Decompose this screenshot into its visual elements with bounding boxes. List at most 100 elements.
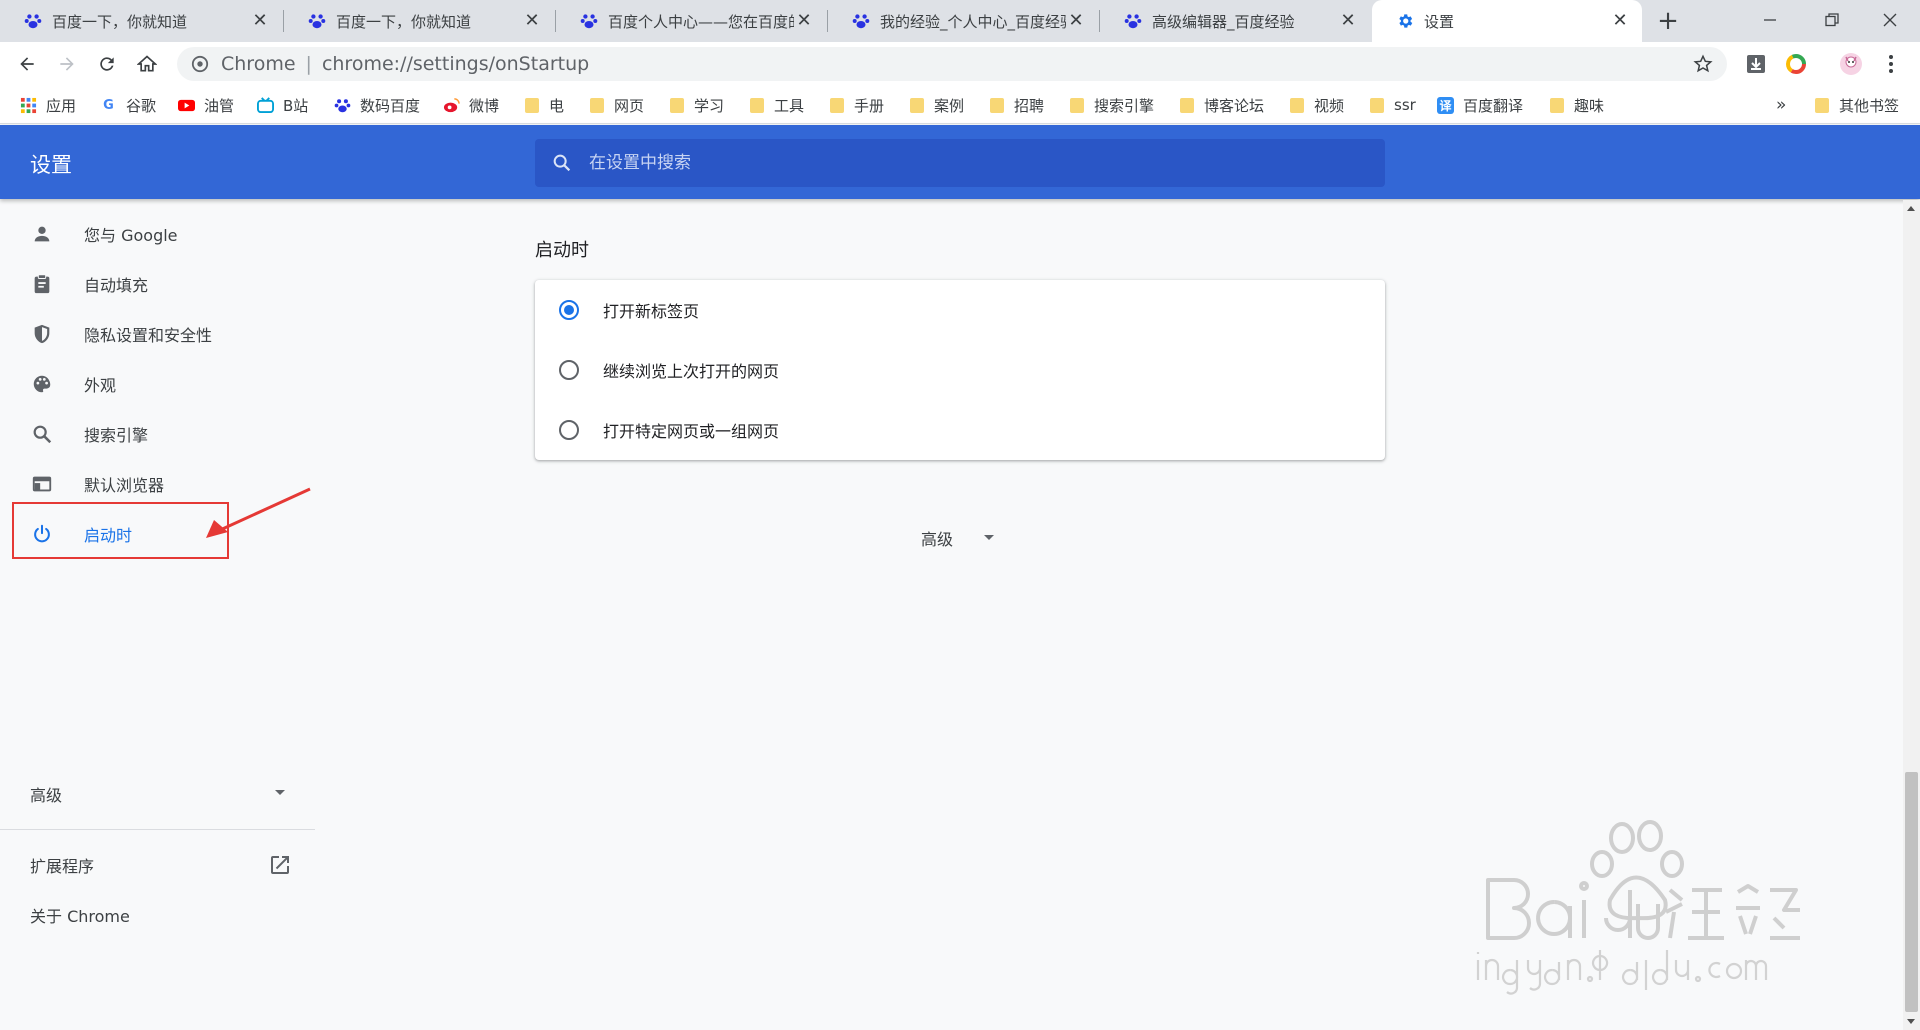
folder-icon xyxy=(1070,97,1084,113)
restore-button[interactable] xyxy=(1802,0,1862,40)
bookmark-folder[interactable]: 案例 xyxy=(910,86,964,124)
tab-3[interactable]: 百度个人中心——您在百度的 ✕ xyxy=(556,0,826,42)
sidebar-item-you-and-google[interactable]: 您与 Google xyxy=(0,209,315,259)
bookmark-folder[interactable]: 工具 xyxy=(750,86,804,124)
radio-button[interactable] xyxy=(559,300,579,320)
bookmark-label: 应用 xyxy=(46,96,77,115)
bookmarks-overflow-button[interactable]: » xyxy=(1776,86,1786,124)
radio-button[interactable] xyxy=(559,360,579,380)
bookmark-baidu-translate[interactable]: 译 百度翻译 xyxy=(1437,86,1523,124)
bookmark-label: 手册 xyxy=(854,96,885,115)
advanced-label: 高级 xyxy=(921,530,954,549)
sidebar-item-label: 外观 xyxy=(84,376,117,395)
restore-icon xyxy=(1825,13,1839,27)
tab-close-icon[interactable]: ✕ xyxy=(250,11,270,31)
bookmark-star-icon[interactable] xyxy=(1693,54,1713,74)
sidebar-item-label: 隐私设置和安全性 xyxy=(84,326,213,345)
bookmark-weibo[interactable]: 微博 xyxy=(443,86,499,124)
settings-search[interactable] xyxy=(535,139,1385,187)
forward-button[interactable] xyxy=(52,49,82,79)
minimize-button[interactable] xyxy=(1740,0,1800,40)
baidu-paw-icon xyxy=(852,14,870,29)
bookmark-label: 谷歌 xyxy=(126,96,157,115)
bookmark-label: B站 xyxy=(283,96,309,115)
folder-icon xyxy=(670,97,684,113)
more-vert-icon xyxy=(1889,55,1893,73)
reload-icon xyxy=(100,57,114,71)
new-tab-button[interactable]: + xyxy=(1653,6,1683,36)
bookmark-digital-baidu[interactable]: 数码百度 xyxy=(334,86,420,124)
scroll-up-arrow-icon[interactable] xyxy=(1907,206,1915,211)
close-window-button[interactable] xyxy=(1860,0,1920,40)
tab-close-icon[interactable]: ✕ xyxy=(1066,11,1086,31)
url-text[interactable]: chrome://settings/onStartup xyxy=(322,53,589,75)
bookmark-youtube[interactable]: 油管 xyxy=(178,86,234,124)
bookmark-label: 工具 xyxy=(774,96,805,115)
tab-4[interactable]: 我的经验_个人中心_百度经验 ✕ xyxy=(828,0,1098,42)
other-bookmarks[interactable]: 其他书签 xyxy=(1815,86,1899,124)
bookmark-bilibili[interactable]: B站 xyxy=(257,86,308,124)
sidebar-item-label: 扩展程序 xyxy=(30,857,95,876)
search-input[interactable] xyxy=(589,153,1349,173)
tab-close-icon[interactable]: ✕ xyxy=(1338,11,1358,31)
folder-icon xyxy=(590,97,604,113)
caret-down-icon xyxy=(984,535,995,540)
tab-title: 百度一下，你就知道 xyxy=(336,12,472,31)
advanced-button[interactable]: 高级 xyxy=(921,526,995,550)
bookmark-folder[interactable]: 电 xyxy=(525,86,564,124)
radio-button[interactable] xyxy=(559,420,579,440)
startup-option-continue[interactable]: 继续浏览上次打开的网页 xyxy=(535,340,1385,400)
sidebar-item-extensions[interactable]: 扩展程序 xyxy=(0,840,315,890)
sidebar-item-label: 关于 Chrome xyxy=(30,907,130,926)
bookmark-folder[interactable]: 网页 xyxy=(590,86,644,124)
tab-title: 百度一下，你就知道 xyxy=(52,12,188,31)
sidebar-item-label: 搜索引擎 xyxy=(84,426,149,445)
startup-option-specific-pages[interactable]: 打开特定网页或一组网页 xyxy=(535,400,1385,460)
tab-settings[interactable]: 设置 ✕ xyxy=(1372,0,1642,42)
sidebar-advanced-toggle[interactable]: 高级 xyxy=(0,769,315,819)
sidebar-item-privacy[interactable]: 隐私设置和安全性 xyxy=(0,309,315,359)
tab-close-icon[interactable]: ✕ xyxy=(794,11,814,31)
bookmark-folder[interactable]: 招聘 xyxy=(990,86,1044,124)
menu-button[interactable] xyxy=(1878,51,1904,77)
home-button[interactable] xyxy=(132,49,162,79)
tab-close-icon[interactable]: ✕ xyxy=(522,11,542,31)
bookmark-folder[interactable]: ssr xyxy=(1370,86,1416,124)
sidebar-item-appearance[interactable]: 外观 xyxy=(0,359,315,409)
browser-toolbar: Chrome | chrome://settings/onStartup xyxy=(0,42,1920,86)
tab-5[interactable]: 高级编辑器_百度经验 ✕ xyxy=(1100,0,1370,42)
bookmark-label: 搜索引擎 xyxy=(1094,96,1155,115)
home-icon xyxy=(137,55,157,72)
chrome-logo-icon xyxy=(191,55,209,73)
tab-title: 设置 xyxy=(1424,12,1455,31)
scroll-thumb[interactable] xyxy=(1905,772,1918,1012)
bookmark-folder[interactable]: 学习 xyxy=(670,86,724,124)
sidebar-item-search-engine[interactable]: 搜索引擎 xyxy=(0,409,315,459)
tab-2[interactable]: 百度一下，你就知道 ✕ xyxy=(284,0,554,42)
bookmark-folder[interactable]: 视频 xyxy=(1290,86,1344,124)
download-icon xyxy=(1747,55,1765,73)
bookmark-folder[interactable]: 博客论坛 xyxy=(1180,86,1264,124)
bookmark-folder[interactable]: 趣味 xyxy=(1550,86,1604,124)
startup-option-new-tab[interactable]: 打开新标签页 xyxy=(535,280,1385,340)
bookmark-folder[interactable]: 搜索引擎 xyxy=(1070,86,1154,124)
download-extension-button[interactable] xyxy=(1743,51,1769,77)
sidebar-item-autofill[interactable]: 自动填充 xyxy=(0,259,315,309)
weibo-icon xyxy=(443,97,460,112)
color-extension-button[interactable] xyxy=(1783,51,1809,77)
profile-avatar[interactable] xyxy=(1838,51,1864,77)
bookmark-apps[interactable]: 应用 xyxy=(20,86,76,124)
bookmark-folder[interactable]: 手册 xyxy=(830,86,884,124)
scroll-down-arrow-icon[interactable] xyxy=(1907,1019,1915,1024)
back-button[interactable] xyxy=(12,49,42,79)
palette-icon xyxy=(30,372,54,396)
tab-close-icon[interactable]: ✕ xyxy=(1610,11,1630,31)
bookmark-google[interactable]: G 谷歌 xyxy=(100,86,156,124)
address-bar[interactable]: Chrome | chrome://settings/onStartup xyxy=(177,47,1727,81)
clipboard-icon xyxy=(30,272,54,296)
page-scrollbar[interactable] xyxy=(1903,200,1920,1030)
reload-button[interactable] xyxy=(92,49,122,79)
baidu-paw-icon xyxy=(308,14,326,29)
tab-1[interactable]: 百度一下，你就知道 ✕ xyxy=(0,0,282,42)
sidebar-item-about-chrome[interactable]: 关于 Chrome xyxy=(0,890,315,940)
